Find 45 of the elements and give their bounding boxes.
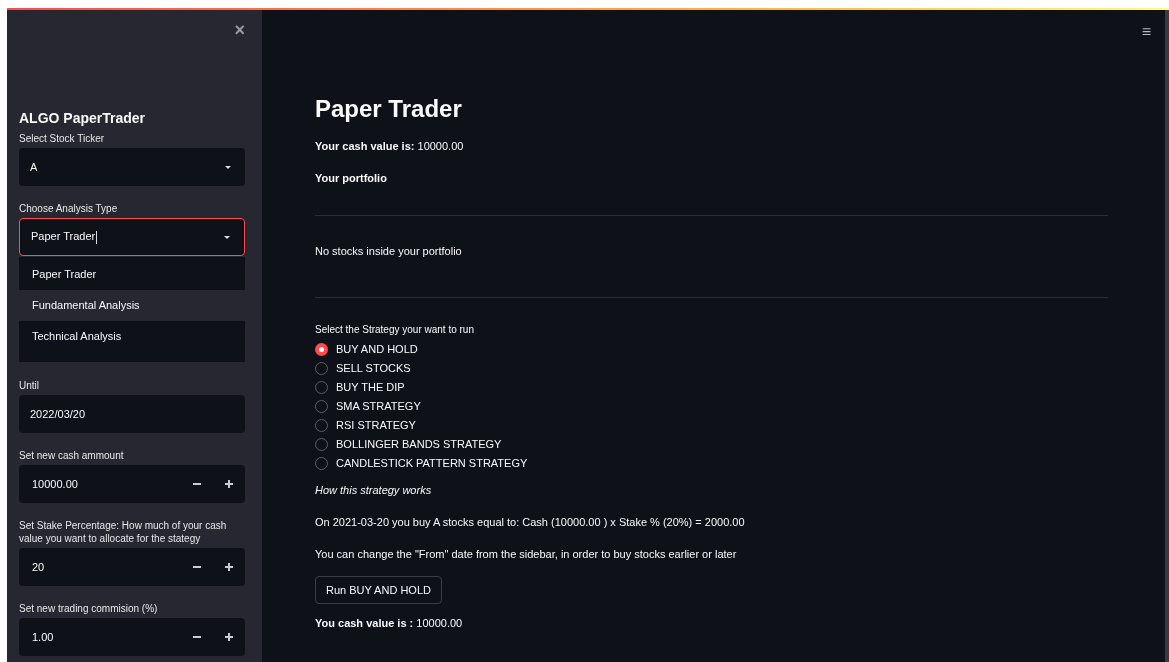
radio-option[interactable]: BUY THE DIP bbox=[315, 379, 405, 395]
radio-option[interactable]: BOLLINGER BANDS STRATEGY bbox=[315, 436, 502, 452]
field-label: Set new trading commision (%) bbox=[19, 602, 159, 615]
radio-label: BUY AND HOLD bbox=[336, 343, 418, 355]
radio-option[interactable]: RSI STRATEGY bbox=[315, 417, 416, 433]
date-field[interactable]: 2022/03/20 bbox=[19, 395, 245, 433]
radio-label: SELL STOCKS bbox=[336, 362, 411, 374]
how-heading: How this strategy works bbox=[315, 483, 433, 498]
radio-option[interactable]: SELL STOCKS bbox=[315, 360, 411, 376]
field-label: Until bbox=[19, 379, 40, 392]
radio-option[interactable]: SMA STRATEGY bbox=[315, 398, 421, 414]
page-title: Paper Trader bbox=[315, 94, 463, 124]
field-label: Choose Analysis Type bbox=[19, 202, 119, 215]
radio-label: RSI STRATEGY bbox=[336, 419, 416, 431]
radio-label: SMA STRATEGY bbox=[336, 400, 421, 412]
empty-portfolio-text: No stocks inside your portfolio bbox=[315, 244, 463, 259]
radio-option[interactable]: BUY AND HOLD bbox=[315, 341, 418, 357]
plus-icon bbox=[225, 480, 233, 488]
close-icon[interactable]: × bbox=[234, 21, 245, 37]
minus-icon bbox=[193, 636, 201, 638]
radio-option[interactable]: CANDLESTICK PATTERN STRATEGY bbox=[315, 455, 528, 471]
field-label: Set Stake Percentage: How much of your cash value you want to allocate for the stategy bbox=[19, 519, 228, 545]
portfolio-heading: Your portfolio bbox=[315, 171, 388, 186]
field-label: Set new cash ammount bbox=[19, 449, 125, 462]
cash-text: Your cash value is: 10000.00 bbox=[315, 139, 465, 154]
hint-text: You can change the "From" date from the sidebar, in order to buy stocks earlier or later bbox=[315, 547, 738, 562]
field-label: Select Stock Ticker bbox=[19, 132, 106, 145]
radio-label: BUY THE DIP bbox=[336, 381, 405, 393]
explanation-text: On 2021-03-20 you buy A stocks equal to: Cash (10000.00 ) x Stake % (20%) = 2000.00 bbox=[315, 515, 746, 530]
analysis-select[interactable]: Paper Trader bbox=[19, 218, 245, 256]
radio-label: CANDLESTICK PATTERN STRATEGY bbox=[336, 457, 528, 469]
plus-icon bbox=[225, 563, 233, 571]
sidebar-title: ALGO PaperTrader bbox=[19, 110, 147, 126]
radio-label: BOLLINGER BANDS STRATEGY bbox=[336, 438, 502, 450]
dropdown-option[interactable]: Fundamental Analysis bbox=[19, 290, 245, 321]
plus-icon bbox=[225, 633, 233, 641]
run-button[interactable]: Run BUY AND HOLD bbox=[315, 576, 442, 604]
menu-icon[interactable]: ≡ bbox=[1141, 24, 1151, 40]
ticker-select[interactable]: A bbox=[19, 148, 245, 186]
minus-icon bbox=[193, 483, 201, 485]
dropdown-option[interactable]: Technical Analysis bbox=[19, 321, 245, 352]
dropdown-option[interactable]: Paper Trader bbox=[19, 259, 245, 290]
minus-icon bbox=[193, 566, 201, 568]
result-text: You cash value is : 10000.00 bbox=[315, 616, 464, 631]
strategy-label: Select the Strategy your want to run bbox=[315, 324, 475, 335]
